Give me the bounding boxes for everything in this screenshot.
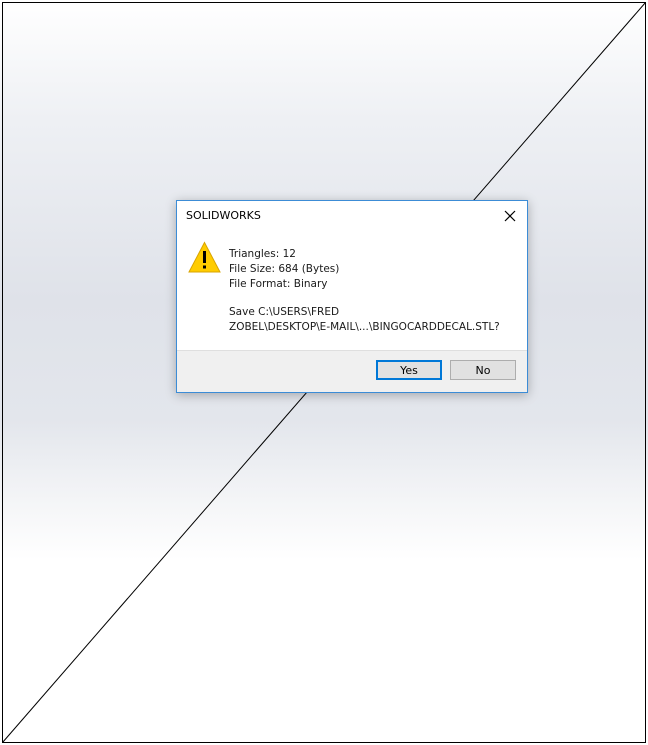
warning-icon (188, 241, 221, 273)
save-path-line-2: ZOBEL\DESKTOP\E-MAIL\...\BINGOCARDDECAL.… (229, 321, 500, 333)
file-format-text: File Format: Binary (229, 278, 328, 290)
save-confirm-dialog: SOLIDWORKS Triangles: 12 File Size: 684 … (176, 200, 528, 393)
close-icon (504, 210, 516, 222)
dialog-button-bar: Yes No (177, 350, 527, 392)
no-button[interactable]: No (450, 360, 516, 380)
yes-button[interactable]: Yes (376, 360, 442, 380)
save-path-line-1: Save C:\USERS\FRED (229, 306, 340, 318)
dialog-title: SOLIDWORKS (186, 209, 261, 222)
close-button[interactable] (499, 205, 521, 227)
triangles-text: Triangles: 12 (229, 248, 296, 260)
file-size-text: File Size: 684 (Bytes) (229, 263, 340, 275)
graphics-viewport[interactable]: SOLIDWORKS Triangles: 12 File Size: 684 … (0, 0, 648, 745)
dialog-message: Triangles: 12 File Size: 684 (Bytes) Fil… (229, 247, 500, 335)
